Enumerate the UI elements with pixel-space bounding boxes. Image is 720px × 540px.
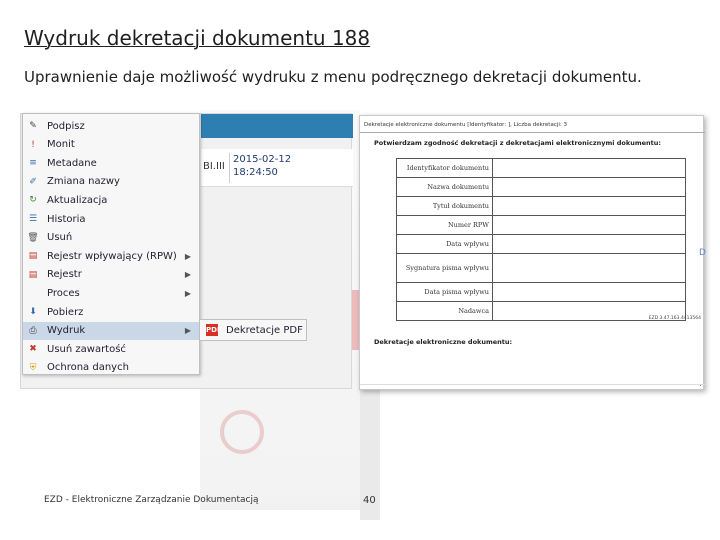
field-value xyxy=(492,215,686,235)
table-row: Numer RPW xyxy=(396,215,686,235)
table-row[interactable]: BI.III 2015-02-12 18:24:50 xyxy=(201,149,353,187)
menu-item-label: Pobierz xyxy=(47,306,84,318)
page-number: 40 xyxy=(363,495,376,506)
menu-item-13[interactable]: ⛨ Ochrona danych xyxy=(23,359,199,377)
table-row: Data pisma wpływu xyxy=(396,282,686,302)
table-row: Sygnatura pisma wpływu xyxy=(396,253,686,283)
document-preview: Dekretacje elektroniczne dokumentu [Iden… xyxy=(359,115,705,390)
menu-item-8[interactable]: ▤ Rejestr ▶ xyxy=(23,266,199,284)
field-label: Nadawca xyxy=(396,301,493,321)
rename-icon: ✐ xyxy=(29,176,37,187)
sign-icon: ✎ xyxy=(29,121,37,131)
menu-item-5[interactable]: ☰ Historia xyxy=(23,210,199,228)
slide-subtitle: Uprawnienie daje możliwość wydruku z men… xyxy=(24,68,642,86)
row-date: 2015-02-12 18:24:50 xyxy=(233,153,291,179)
row-date-day: 2015-02-12 xyxy=(233,154,292,165)
pdf-icon: PDF xyxy=(206,324,222,336)
menu-item-label: Metadane xyxy=(47,157,97,169)
table-row: Tytuł dokumentu xyxy=(396,196,686,216)
table-row: Nadawca xyxy=(396,301,686,321)
decrees-section-title: Dekretacje elektroniczne dokumentu: xyxy=(374,338,513,346)
context-menu: ✎ Podpisz! Monit ≡ Metadane ✐ Zmiana nazwy ↻ Akt… xyxy=(22,113,200,375)
ezd-reference: EZD 3.47.163.4413564 xyxy=(648,316,701,321)
chevron-right-icon: ▶ xyxy=(184,288,191,298)
menu-item-label: Rejestr xyxy=(47,269,82,281)
field-label: Identyfikator dokumentu xyxy=(396,158,493,178)
menu-item-label: Monit xyxy=(47,139,75,151)
menu-item-label: Ochrona danych xyxy=(47,362,129,374)
chevron-right-icon: ▶ xyxy=(184,326,191,336)
menu-item-label: Podpisz xyxy=(47,120,85,132)
slide-title: Wydruk dekretacji dokumentu 188 xyxy=(24,26,371,50)
print-icon: ⎙ xyxy=(29,325,37,336)
menu-item-6[interactable]: 🗑 Usuń xyxy=(23,229,199,247)
menu-item-1[interactable]: ! Monit xyxy=(23,136,199,154)
chevron-right-icon: ▶ xyxy=(184,270,191,280)
clear-content-icon: ✖ xyxy=(29,344,37,355)
menu-item-label: Rejestr wpływający (RPW) xyxy=(47,250,177,262)
menu-item-label: Aktualizacja xyxy=(47,194,108,206)
document-header-line xyxy=(360,132,705,133)
document-metadata-table: Identyfikator dokumentu Nazwa dokumentu Ty… xyxy=(396,158,686,321)
menu-item-2[interactable]: ≡ Metadane xyxy=(23,154,199,172)
document-bottom-line xyxy=(360,384,705,385)
confirm-statement: Potwierdzam zgodność dekretacji z dekret… xyxy=(374,139,661,147)
menu-item-label: Wydruk xyxy=(47,325,86,337)
alert-icon: ! xyxy=(31,139,35,150)
chevron-right-icon: ▶ xyxy=(184,251,191,261)
field-label: Nazwa dokumentu xyxy=(396,177,493,197)
menu-item-label: Usuń zawartość xyxy=(47,343,126,355)
field-label: Sygnatura pisma wpływu xyxy=(396,253,493,283)
history-icon: ☰ xyxy=(28,214,38,224)
submenu-dekretacje-pdf[interactable]: PDF Dekretacje PDF xyxy=(199,319,307,341)
blank-icon xyxy=(27,287,39,299)
cell-divider xyxy=(229,153,230,183)
table-row: Nazwa dokumentu xyxy=(396,177,686,197)
trash-icon: 🗑 xyxy=(27,232,39,243)
row-date-time: 18:24:50 xyxy=(233,167,278,178)
menu-item-label: Zmiana nazwy xyxy=(47,176,120,188)
document-header: Dekretacje elektroniczne dokumentu [Iden… xyxy=(364,122,567,128)
table-row: Data wpływu xyxy=(396,234,686,254)
field-label: Tytuł dokumentu xyxy=(396,196,493,216)
field-label: Numer RPW xyxy=(396,215,493,235)
menu-item-9[interactable]: Proces ▶ xyxy=(23,284,199,302)
field-value xyxy=(492,177,686,197)
download-icon: ⬇ xyxy=(29,307,37,317)
register-icon: ▤ xyxy=(28,251,38,262)
register-icon: ▤ xyxy=(28,269,38,280)
field-value xyxy=(492,253,686,283)
field-value xyxy=(492,282,686,302)
edge-letter: D xyxy=(699,248,706,258)
field-value xyxy=(492,196,686,216)
shield-icon: ⛨ xyxy=(29,362,37,373)
menu-item-4[interactable]: ↻ Aktualizacja xyxy=(23,191,199,209)
table-row: Identyfikator dokumentu xyxy=(396,158,686,178)
menu-item-12[interactable]: ✖ Usuń zawartość xyxy=(23,340,199,358)
field-label: Data wpływu xyxy=(396,234,493,254)
edge-letter-bottom: . xyxy=(699,379,702,389)
metadata-icon: ≡ xyxy=(29,158,37,169)
menu-item-3[interactable]: ✐ Zmiana nazwy xyxy=(23,173,199,191)
menu-item-label: Proces xyxy=(47,287,80,299)
grid-header xyxy=(201,114,353,138)
footer-text: EZD - Elektroniczne Zarządzanie Dokument… xyxy=(44,495,259,505)
field-label: Data pisma wpływu xyxy=(396,282,493,302)
box-badge xyxy=(220,410,264,454)
menu-item-10[interactable]: ⬇ Pobierz xyxy=(23,303,199,321)
row-id: BI.III xyxy=(203,161,225,172)
menu-item-label: Usuń xyxy=(47,232,73,244)
field-value xyxy=(492,234,686,254)
refresh-icon: ↻ xyxy=(29,195,37,206)
menu-item-11[interactable]: ⎙ Wydruk ▶ xyxy=(23,321,199,340)
submenu-label: Dekretacje PDF xyxy=(226,324,303,336)
menu-item-0[interactable]: ✎ Podpisz xyxy=(23,117,199,135)
menu-item-7[interactable]: ▤ Rejestr wpływający (RPW) ▶ xyxy=(23,247,199,265)
field-value xyxy=(492,158,686,178)
menu-item-label: Historia xyxy=(47,213,86,225)
